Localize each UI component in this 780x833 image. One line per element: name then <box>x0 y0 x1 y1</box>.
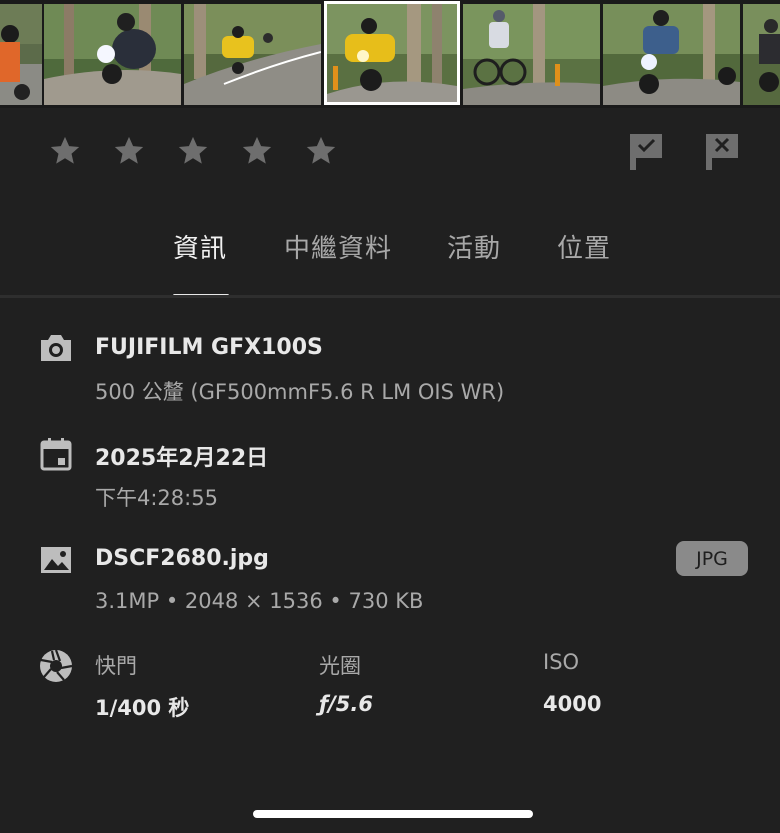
thumbnail[interactable] <box>463 4 600 105</box>
iso-label: ISO <box>543 650 580 674</box>
thumbnail[interactable] <box>743 4 780 105</box>
tab-info[interactable]: 資訊 <box>173 228 227 265</box>
iso-value: 4000 <box>543 692 602 716</box>
star-icon[interactable] <box>48 134 82 168</box>
rating-bar <box>0 128 780 174</box>
camera-icon <box>41 335 71 361</box>
star-icon[interactable] <box>176 134 210 168</box>
capture-date: 2025年2月22日 <box>95 446 269 471</box>
capture-time: 下午4:28:55 <box>95 486 218 510</box>
thumbnail[interactable] <box>44 4 181 105</box>
star-icon[interactable] <box>240 134 274 168</box>
flag-x-icon[interactable] <box>704 132 740 170</box>
thumbnail[interactable] <box>603 4 740 105</box>
star-icon[interactable] <box>304 134 338 168</box>
image-icon <box>41 547 71 573</box>
thumbnail[interactable] <box>184 4 321 105</box>
thumbnail[interactable] <box>0 4 42 105</box>
aperture-label: 光圈 <box>319 654 361 678</box>
lens-info: 500 公釐 (GF500mmF5.6 R LM OIS WR) <box>95 380 505 404</box>
thumbnail-selected[interactable] <box>324 1 460 105</box>
file-name: DSCF2680.jpg <box>95 546 269 571</box>
tab-activity[interactable]: 活動 <box>447 228 501 265</box>
tab-metadata[interactable]: 中繼資料 <box>284 228 392 265</box>
shutter-label: 快門 <box>95 654 137 678</box>
tab-location[interactable]: 位置 <box>557 228 611 265</box>
calendar-icon <box>40 438 72 471</box>
flag-check-icon[interactable] <box>628 132 664 170</box>
star-icon[interactable] <box>112 134 146 168</box>
camera-model: FUJIFILM GFX100S <box>95 335 323 360</box>
aperture-icon <box>40 649 73 682</box>
format-badge: JPG <box>676 541 748 576</box>
shutter-value: 1/400 秒 <box>95 696 190 720</box>
filmstrip[interactable] <box>0 0 780 108</box>
divider <box>0 295 780 298</box>
file-details: 3.1MP • 2048 × 1536 • 730 KB <box>95 589 424 613</box>
info-tabs: 資訊 中繼資料 活動 位置 <box>0 222 780 298</box>
home-indicator[interactable] <box>253 810 533 818</box>
aperture-value: ƒ/5.6 <box>319 692 374 716</box>
